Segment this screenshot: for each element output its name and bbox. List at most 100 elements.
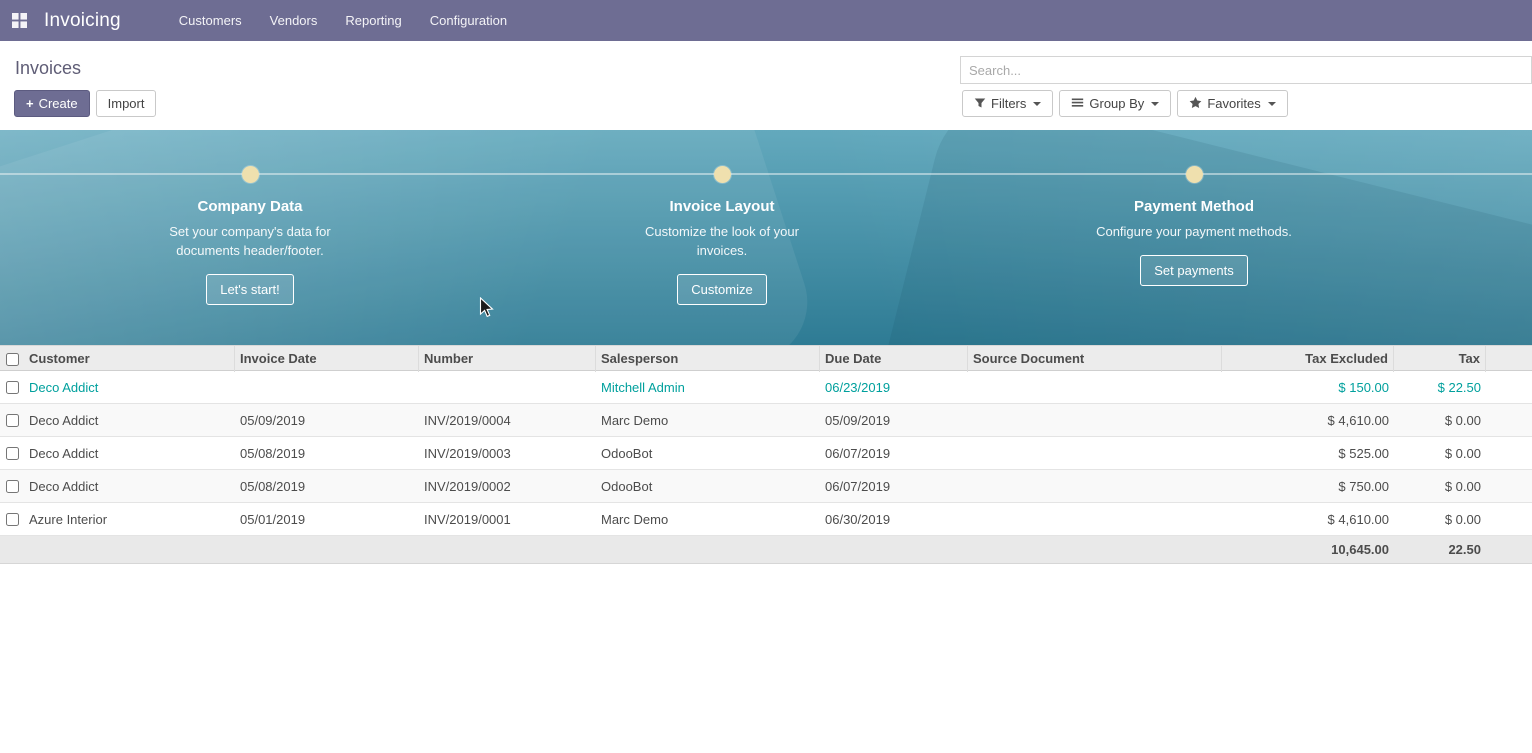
cell-tax: $ 0.00 xyxy=(1394,413,1486,428)
cell-due-date: 06/30/2019 xyxy=(820,512,968,527)
column-header-tax-excluded[interactable]: Tax Excluded xyxy=(1222,346,1394,372)
cell-due-date: 05/09/2019 xyxy=(820,413,968,428)
chevron-down-icon xyxy=(1268,102,1276,106)
step-dot-icon xyxy=(1186,166,1203,183)
row-checkbox-cell xyxy=(0,381,24,394)
row-checkbox[interactable] xyxy=(6,513,19,526)
step-description: Configure your payment methods. xyxy=(1074,222,1314,241)
column-header-tax[interactable]: Tax xyxy=(1394,346,1486,372)
lets-start-button[interactable]: Let's start! xyxy=(206,274,294,305)
row-checkbox[interactable] xyxy=(6,381,19,394)
step-description: Customize the look of your invoices. xyxy=(630,222,815,260)
column-header-customer[interactable]: Customer xyxy=(24,346,235,372)
menu-item-vendors[interactable]: Vendors xyxy=(256,0,332,41)
cell-tax-excluded: $ 750.00 xyxy=(1222,479,1394,494)
cell-tax: $ 22.50 xyxy=(1394,380,1486,395)
table-row[interactable]: Deco Addict 05/08/2019 INV/2019/0003 Odo… xyxy=(0,437,1532,470)
cell-tax-excluded: $ 4,610.00 xyxy=(1222,512,1394,527)
table-row[interactable]: Azure Interior 05/01/2019 INV/2019/0001 … xyxy=(0,503,1532,536)
column-header-number[interactable]: Number xyxy=(419,346,596,372)
filter-funnel-icon xyxy=(974,97,986,109)
onboarding-step-payment-method: Payment Method Configure your payment me… xyxy=(1064,130,1324,286)
column-header-filler xyxy=(1486,346,1532,372)
cell-tax-excluded: $ 4,610.00 xyxy=(1222,413,1394,428)
cell-salesperson: OdooBot xyxy=(596,479,820,494)
cell-number: INV/2019/0001 xyxy=(419,512,596,527)
step-dot-icon xyxy=(242,166,259,183)
plus-icon xyxy=(26,96,34,111)
cell-tax: $ 0.00 xyxy=(1394,479,1486,494)
cell-invoice-date: 05/01/2019 xyxy=(235,512,419,527)
column-header-due-date[interactable]: Due Date xyxy=(820,346,968,372)
step-description: Set your company's data for documents he… xyxy=(148,222,353,260)
group-by-lines-icon xyxy=(1071,96,1084,109)
row-checkbox[interactable] xyxy=(6,414,19,427)
import-button[interactable]: Import xyxy=(96,90,157,117)
column-header-invoice-date[interactable]: Invoice Date xyxy=(235,346,419,372)
cell-salesperson: Mitchell Admin xyxy=(596,380,820,395)
cell-due-date: 06/07/2019 xyxy=(820,479,968,494)
chevron-down-icon xyxy=(1033,102,1041,106)
onboarding-step-invoice-layout: Invoice Layout Customize the look of you… xyxy=(592,130,852,305)
select-all-checkbox-cell xyxy=(0,346,24,372)
cell-customer: Azure Interior xyxy=(24,512,235,527)
chevron-down-icon xyxy=(1151,102,1159,106)
menu-item-reporting[interactable]: Reporting xyxy=(331,0,415,41)
table-body: Deco Addict Mitchell Admin 06/23/2019 $ … xyxy=(0,371,1532,536)
cell-customer: Deco Addict xyxy=(24,413,235,428)
cell-due-date: 06/07/2019 xyxy=(820,446,968,461)
cell-invoice-date: 05/08/2019 xyxy=(235,446,419,461)
cell-salesperson: Marc Demo xyxy=(596,413,820,428)
step-title: Invoice Layout xyxy=(592,198,852,215)
cell-tax: $ 0.00 xyxy=(1394,512,1486,527)
row-checkbox-cell xyxy=(0,513,24,526)
row-checkbox[interactable] xyxy=(6,447,19,460)
cell-number: INV/2019/0003 xyxy=(419,446,596,461)
row-checkbox-cell xyxy=(0,447,24,460)
cell-customer: Deco Addict xyxy=(24,380,235,395)
apps-menu-button[interactable] xyxy=(0,0,38,41)
column-header-source-document[interactable]: Source Document xyxy=(968,346,1222,372)
step-dot-icon xyxy=(714,166,731,183)
app-name[interactable]: Invoicing xyxy=(44,10,121,32)
row-checkbox-cell xyxy=(0,480,24,493)
total-tax: 22.50 xyxy=(1394,542,1486,557)
table-row[interactable]: Deco Addict Mitchell Admin 06/23/2019 $ … xyxy=(0,371,1532,404)
step-title: Company Data xyxy=(120,198,380,215)
control-panel: Invoices Create Import Filters Group By … xyxy=(0,41,1532,130)
cell-tax-excluded: $ 525.00 xyxy=(1222,446,1394,461)
table-row[interactable]: Deco Addict 05/08/2019 INV/2019/0002 Odo… xyxy=(0,470,1532,503)
onboarding-step-company-data: Company Data Set your company's data for… xyxy=(120,130,380,305)
set-payments-button[interactable]: Set payments xyxy=(1140,255,1248,286)
menu-item-customers[interactable]: Customers xyxy=(165,0,256,41)
filters-button[interactable]: Filters xyxy=(962,90,1053,117)
favorites-button[interactable]: Favorites xyxy=(1177,90,1287,117)
step-title: Payment Method xyxy=(1064,198,1324,215)
cell-salesperson: Marc Demo xyxy=(596,512,820,527)
cell-salesperson: OdooBot xyxy=(596,446,820,461)
select-all-checkbox[interactable] xyxy=(6,353,19,366)
onboarding-banner: Company Data Set your company's data for… xyxy=(0,130,1532,345)
apps-grid-icon xyxy=(12,13,27,28)
cell-number: INV/2019/0004 xyxy=(419,413,596,428)
table-footer-row: 10,645.00 22.50 xyxy=(0,536,1532,564)
table-header-row: Customer Invoice Date Number Salesperson… xyxy=(0,345,1532,371)
cell-invoice-date: 05/09/2019 xyxy=(235,413,419,428)
column-header-salesperson[interactable]: Salesperson xyxy=(596,346,820,372)
main-menu: Customers Vendors Reporting Configuratio… xyxy=(165,0,521,41)
create-button[interactable]: Create xyxy=(14,90,90,117)
search-input[interactable] xyxy=(960,56,1532,84)
invoices-table: Customer Invoice Date Number Salesperson… xyxy=(0,345,1532,564)
cell-customer: Deco Addict xyxy=(24,479,235,494)
cell-tax-excluded: $ 150.00 xyxy=(1222,380,1394,395)
page-title: Invoices xyxy=(15,58,81,79)
row-checkbox[interactable] xyxy=(6,480,19,493)
cell-due-date: 06/23/2019 xyxy=(820,380,968,395)
cell-tax: $ 0.00 xyxy=(1394,446,1486,461)
cell-invoice-date: 05/08/2019 xyxy=(235,479,419,494)
group-by-button[interactable]: Group By xyxy=(1059,90,1171,117)
top-navbar: Invoicing Customers Vendors Reporting Co… xyxy=(0,0,1532,41)
customize-button[interactable]: Customize xyxy=(677,274,766,305)
table-row[interactable]: Deco Addict 05/09/2019 INV/2019/0004 Mar… xyxy=(0,404,1532,437)
menu-item-configuration[interactable]: Configuration xyxy=(416,0,521,41)
